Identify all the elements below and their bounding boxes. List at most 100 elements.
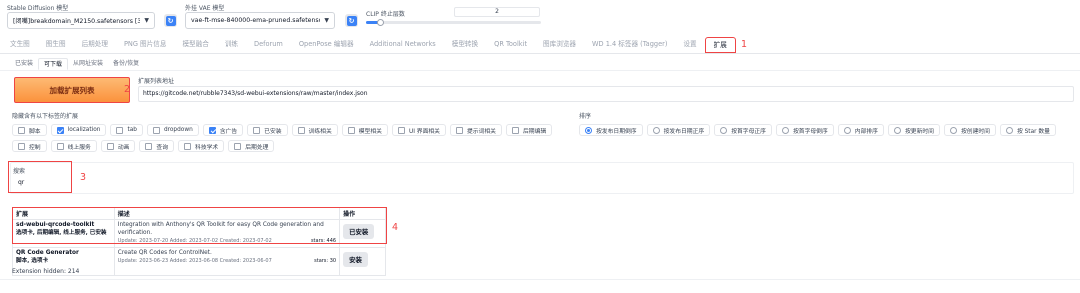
checkbox-icon (18, 142, 25, 150)
install-button[interactable]: 安装 (343, 252, 368, 267)
sort-option-internal[interactable]: 内部排序 (837, 124, 884, 136)
annotation-2: 2 (124, 84, 131, 95)
checkbox-icon (208, 126, 216, 134)
vae-select[interactable]: vae-ft-mse-840000-ema-pruned.safetensors… (185, 12, 335, 29)
tag-checkbox-control[interactable]: 控制 (12, 140, 47, 152)
radio-icon (1005, 126, 1013, 134)
checkbox-icon (347, 126, 355, 134)
tag-checkbox-installed[interactable]: 已安装 (247, 124, 288, 136)
vae-label: 外挂 VAE 模型 (185, 5, 225, 12)
tabs-divider (0, 53, 1080, 54)
sort-option-stars[interactable]: 按 Star 数量 (999, 124, 1056, 136)
refresh-vae-button[interactable]: ↻ (345, 14, 358, 27)
tab-img2img[interactable]: 图生图 (38, 37, 74, 53)
tab-available[interactable]: 可下载 (38, 58, 69, 70)
checkbox-icon (297, 126, 305, 134)
checkpoint-label: Stable Diffusion 模型 (7, 5, 69, 12)
annotation-3: 3 (80, 172, 87, 183)
sort-option-alpha-asc[interactable]: 按首字母正序 (714, 124, 772, 136)
tag-checkbox-ui[interactable]: UI 界面相关 (391, 124, 446, 136)
tab-backup-restore[interactable]: 备份/恢复 (108, 58, 144, 70)
refresh-checkpoint-button[interactable]: ↻ (164, 14, 177, 27)
tab-model-convert[interactable]: 模型转换 (444, 37, 486, 53)
tab-openpose[interactable]: OpenPose 编辑器 (291, 37, 362, 53)
clip-slider-track[interactable] (366, 19, 541, 26)
tab-tagger[interactable]: WD 1.4 标签器 (Tagger) (584, 37, 675, 53)
sort-option-release-desc[interactable]: 按发布日期倒序 (579, 124, 643, 136)
checkbox-icon (455, 126, 463, 134)
checkbox-icon (56, 126, 64, 134)
chevron-down-icon: ▼ (144, 17, 149, 24)
checkbox-icon (56, 142, 64, 150)
tab-installed[interactable]: 已安装 (10, 58, 38, 70)
sort-option-update-time[interactable]: 按更新时间 (887, 124, 940, 136)
radio-icon (652, 126, 660, 134)
clip-label: CLIP 终止层数 (366, 11, 405, 18)
search-panel (10, 162, 1074, 194)
checkbox-icon (253, 126, 261, 134)
hide-tags-group: 脚本 localization tab dropdown 含广告 已安装 训练相… (12, 124, 568, 152)
checkpoint-value: [闭嘴]breakdomain_M2150.safetensors [364a1… (13, 18, 141, 25)
tag-checkbox-localization[interactable]: localization (50, 124, 107, 136)
sort-option-alpha-desc[interactable]: 按首字母倒序 (775, 124, 834, 136)
tab-png-info[interactable]: PNG 图片信息 (116, 37, 175, 53)
sort-label: 排序 (579, 113, 592, 120)
tab-extras[interactable]: 后期处理 (74, 37, 116, 53)
extension-list-url-input[interactable]: https://gitcode.net/rubble7343/sd-webui-… (138, 86, 1074, 102)
main-tabs: 文生图 图生图 后期处理 PNG 图片信息 模型融合 训练 Deforum Op… (2, 37, 736, 53)
checkbox-icon (397, 126, 405, 134)
search-label: 搜索 (13, 168, 26, 175)
radio-icon (720, 126, 728, 134)
radio-icon (585, 126, 592, 134)
annotation-4: 4 (392, 222, 399, 233)
url-label: 扩展列表地址 (138, 78, 175, 85)
checkbox-icon (184, 142, 192, 150)
tab-install-from-url[interactable]: 从网址安装 (68, 58, 108, 70)
extension-dates: Update: 2023-06-23 Added: 2023-06-08 Cre… (117, 258, 272, 264)
radio-icon (949, 126, 957, 134)
hide-tags-label: 隐藏含有以下标签的扩展 (12, 113, 79, 120)
sort-option-create-time[interactable]: 按创建时间 (943, 124, 996, 136)
sort-option-release-asc[interactable]: 按发布日期正序 (646, 124, 711, 136)
sort-group: 按发布日期倒序 按发布日期正序 按首字母正序 按首字母倒序 内部排序 按更新时间… (579, 124, 1056, 136)
clip-number-input[interactable]: 2 (454, 7, 540, 17)
extension-name[interactable]: QR Code Generator (16, 249, 111, 257)
tag-checkbox-editing[interactable]: 后期编辑 (505, 124, 553, 136)
tag-checkbox-training[interactable]: 训练相关 (291, 124, 338, 136)
load-extension-list-button[interactable]: 加载扩展列表 (14, 77, 130, 103)
clip-slider-thumb[interactable] (377, 19, 384, 26)
footer-divider (0, 279, 1080, 280)
tab-qr-toolkit[interactable]: QR Toolkit (486, 37, 535, 53)
tab-additional-networks[interactable]: Additional Networks (362, 37, 444, 53)
refresh-icon: ↻ (346, 15, 357, 26)
annotation-1: 1 (741, 39, 748, 50)
radio-icon (893, 126, 901, 134)
tag-checkbox-ads[interactable]: 含广告 (202, 124, 244, 136)
checkpoint-select[interactable]: [闭嘴]breakdomain_M2150.safetensors [364a1… (7, 12, 155, 29)
tab-deforum[interactable]: Deforum (246, 37, 291, 53)
tag-checkbox-science[interactable]: 科技学术 (178, 140, 225, 152)
checkbox-icon (116, 126, 124, 134)
tab-extensions[interactable]: 扩展 (704, 37, 736, 53)
search-input[interactable]: qr (18, 179, 24, 186)
radio-icon (843, 126, 851, 134)
subtabs-divider (0, 70, 1080, 71)
tag-checkbox-postprocessing[interactable]: 后期处理 (228, 140, 275, 152)
tab-txt2img[interactable]: 文生图 (2, 37, 38, 53)
tag-checkbox-models[interactable]: 模型相关 (341, 124, 388, 136)
tab-settings[interactable]: 设置 (675, 37, 704, 53)
checkbox-icon (145, 142, 153, 150)
tag-checkbox-animation[interactable]: 动画 (100, 140, 136, 152)
tab-train[interactable]: 训练 (217, 37, 246, 53)
tag-checkbox-script[interactable]: 脚本 (12, 124, 47, 136)
tab-merge[interactable]: 模型融合 (174, 37, 216, 53)
tag-checkbox-prompting[interactable]: 提示词相关 (449, 124, 502, 136)
tag-checkbox-dropdown[interactable]: dropdown (146, 124, 199, 136)
tag-checkbox-tab[interactable]: tab (110, 124, 143, 136)
checkbox-icon (18, 126, 25, 134)
tag-checkbox-query[interactable]: 查询 (139, 140, 175, 152)
extension-hidden-count: Extension hidden: 214 (12, 268, 80, 275)
tag-checkbox-online[interactable]: 线上服务 (50, 140, 97, 152)
extension-description: Create QR Codes for ControlNet. (117, 250, 212, 256)
tab-gallery[interactable]: 图库浏览器 (535, 37, 584, 53)
